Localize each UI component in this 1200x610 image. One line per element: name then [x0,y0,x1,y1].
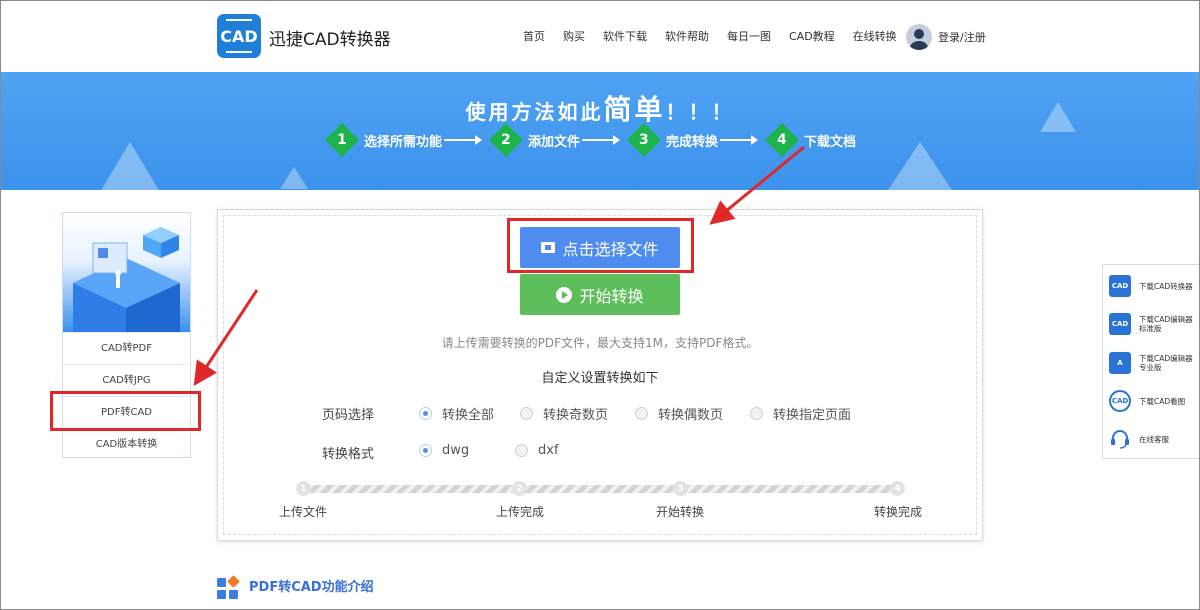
radio-convert-even[interactable]: 转换偶数页 [635,404,723,423]
radio-unchecked-icon [520,407,533,420]
folder-icon [541,242,556,253]
nav-item-home[interactable]: 首页 [523,28,545,44]
cad-editor-pro-icon: A [1109,352,1131,374]
login-link[interactable]: 登录/注册 [938,29,986,45]
progress-track [302,485,898,493]
cad-editor-icon: CAD [1109,313,1131,335]
main-nav: 首页 购买 软件下载 软件帮助 每日一图 CAD教程 在线转换 [523,28,915,44]
logo-text: CAD [220,26,258,46]
custom-settings-title: 自定义设置转换如下 [541,371,659,386]
nav-item-online[interactable]: 在线转换 [853,28,897,44]
select-file-label: 点击选择文件 [562,239,659,259]
section-title: PDF转CAD功能介绍 [249,580,374,595]
progress-label-2: 上传完成 [496,505,545,519]
cad-logo-icon[interactable]: CAD [217,14,261,58]
sidebar-illustration [63,213,190,332]
radio-convert-odd[interactable]: 转换奇数页 [520,404,608,423]
step-3: 3 完成转换 [627,123,766,157]
right-float-panel: CAD 下载CAD转换器 CAD 下载CAD编辑器 标准版 A 下载CAD编辑器专… [1102,264,1200,459]
banner-title: 使用方法如此简单！！！ [465,93,735,126]
download-editor-standard-link[interactable]: CAD 下载CAD编辑器 标准版 [1109,313,1193,335]
step-number-icon: 2 [489,123,523,157]
progress-label-4: 转换完成 [874,505,923,519]
step-label: 完成转换 [666,134,719,150]
steps-banner: 使用方法如此简单！！！ 1 选择所需功能 2 添加文件 3 完成转换 4 下载文… [0,72,1200,190]
radio-format-dxf[interactable]: dxf [515,443,559,458]
radio-unchecked-icon [635,407,648,420]
top-header: CAD 迅捷CAD转换器 首页 购买 软件下载 软件帮助 每日一图 CAD教程 … [0,0,1200,72]
cad-converter-icon: CAD [1109,275,1131,297]
sidebar-menu: CAD转PDF CAD转JPG PDF转CAD CAD版本转换 [63,332,190,460]
start-convert-button[interactable]: 开始转换 [520,274,680,315]
sidebar-item-pdf-to-cad[interactable]: PDF转CAD [63,396,190,428]
sidebar-item-cad-version[interactable]: CAD版本转换 [63,428,190,460]
radio-checked-icon [419,444,432,457]
page-select-label: 页码选择 [322,408,375,423]
upload-hint: 请上传需要转换的PDF文件，最大支持1M，支持PDF格式。 [441,336,759,350]
headset-icon [1109,428,1131,450]
select-file-button[interactable]: 点击选择文件 [520,227,680,268]
nav-item-download[interactable]: 软件下载 [603,28,647,44]
step-label: 选择所需功能 [364,134,443,150]
download-converter-link[interactable]: CAD 下载CAD转换器 [1109,275,1193,297]
format-label: 转换格式 [322,447,375,462]
play-icon [556,286,573,303]
nav-item-buy[interactable]: 购买 [563,28,585,44]
progress-node-3: 3 [673,481,688,496]
brand-name[interactable]: 迅捷CAD转换器 [269,25,391,50]
radio-checked-icon [419,407,432,420]
progress-label-3: 开始转换 [656,505,705,519]
nav-item-daily[interactable]: 每日一图 [727,28,771,44]
nav-item-help[interactable]: 软件帮助 [665,28,709,44]
step-1: 1 选择所需功能 [325,123,490,157]
step-label: 添加文件 [528,134,581,150]
step-2: 2 添加文件 [489,123,628,157]
radio-convert-all[interactable]: 转换全部 [419,404,494,423]
arrow-right-icon [582,135,621,145]
download-editor-pro-link[interactable]: A 下载CAD编辑器 专业版 [1109,352,1193,374]
arrow-right-icon [444,135,483,145]
step-number-icon: 1 [325,123,359,157]
start-convert-label: 开始转换 [579,286,644,306]
radio-unchecked-icon [515,444,528,457]
progress-label-1: 上传文件 [279,505,328,519]
function-sidebar: CAD转PDF CAD转JPG PDF转CAD CAD版本转换 [62,212,191,458]
steps-row: 1 选择所需功能 2 添加文件 3 完成转换 4 下载文档 [325,123,857,157]
radio-unchecked-icon [750,407,763,420]
step-label: 下载文档 [804,134,857,150]
radio-convert-specified[interactable]: 转换指定页面 [750,404,851,423]
progress-node-1: 1 [296,481,311,496]
progress-node-2: 2 [512,481,527,496]
download-viewer-link[interactable]: CAD 下载CAD看图 [1109,390,1185,412]
cad-viewer-icon: CAD [1109,390,1131,412]
online-service-link[interactable]: 在线客服 [1109,428,1169,450]
avatar-icon[interactable] [906,24,932,50]
radio-format-dwg[interactable]: dwg [419,443,469,458]
sidebar-item-cad-to-pdf[interactable]: CAD转PDF [63,332,190,364]
section-grid-icon [217,575,240,600]
arrow-right-icon [720,135,759,145]
step-number-icon: 3 [627,123,662,157]
nav-item-tutorial[interactable]: CAD教程 [789,28,835,44]
step-number-icon: 4 [765,123,800,157]
step-4: 4 下载文档 [765,123,857,157]
sidebar-item-cad-to-jpg[interactable]: CAD转JPG [63,364,190,396]
progress-node-4: 4 [890,481,905,496]
